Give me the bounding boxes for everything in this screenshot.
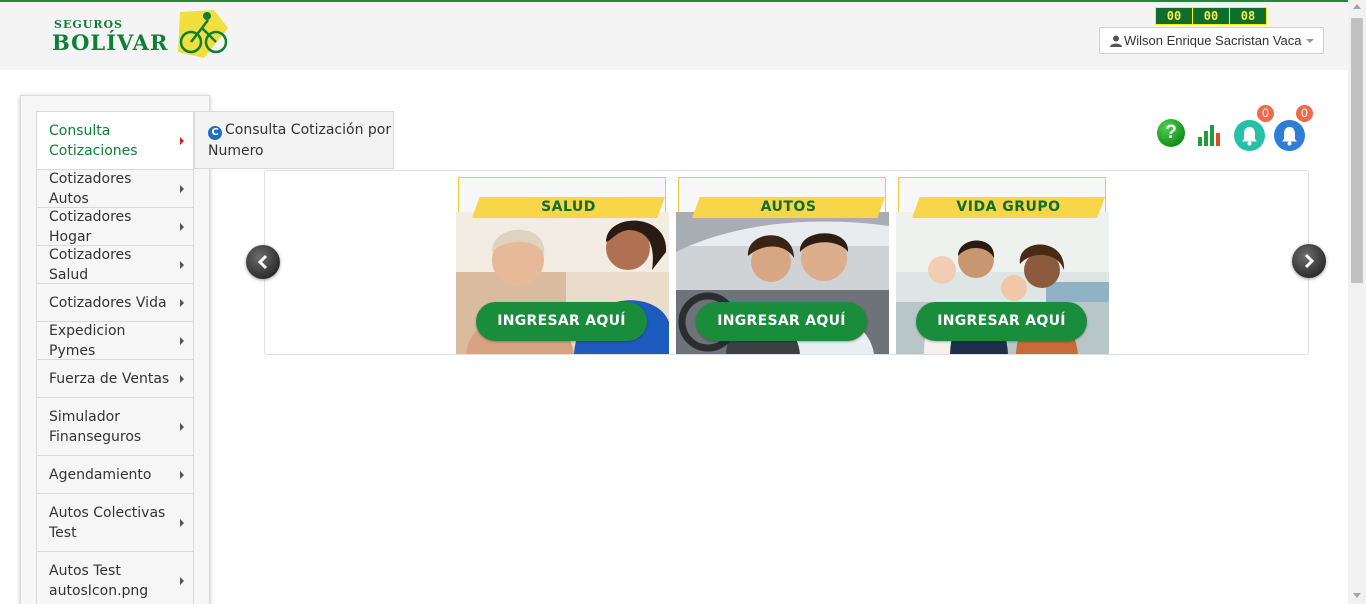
card-title: VIDA GRUPO: [912, 197, 1105, 218]
sidebar-item-fuerza-de-ventas[interactable]: Fuerza de Ventas: [36, 359, 194, 397]
sidebar-item-label: Agendamiento: [49, 466, 152, 483]
sidebar-item-expedicion-pymes[interactable]: Expedicion Pymes: [36, 321, 194, 359]
sidebar-item-label: Expedicion Pymes: [49, 322, 126, 359]
scroll-up-arrow-icon[interactable]: [1353, 4, 1361, 9]
notifications-count-badge: 0: [1257, 105, 1274, 122]
ingresar-button-autos[interactable]: INGRESAR AQUÍ: [696, 302, 867, 341]
chevron-right-icon: [180, 374, 184, 383]
card-title: SALUD: [472, 197, 665, 218]
submenu-consulta-cotizacion-por-numero[interactable]: C Consulta Cotización por Numero: [194, 111, 394, 169]
help-icon[interactable]: ?: [1157, 119, 1185, 147]
vertical-scrollbar[interactable]: [1348, 0, 1366, 604]
chevron-right-icon: [180, 518, 184, 527]
sidebar-item-cotizadores-autos[interactable]: Cotizadores Autos: [36, 169, 194, 207]
sidebar-item-label: Cotizadores Autos: [49, 170, 132, 207]
notifications-bell-icon[interactable]: [1234, 120, 1265, 151]
sidebar-item-label: Autos Test autosIcon.png: [49, 562, 149, 599]
sidebar-item-label: Fuerza de Ventas: [49, 370, 170, 387]
ingresar-button-salud[interactable]: INGRESAR AQUÍ: [476, 302, 647, 341]
scrollbar-thumb[interactable]: [1351, 18, 1363, 283]
chevron-right-icon: [180, 184, 184, 193]
chevron-left-icon: [257, 254, 268, 270]
seguros-bolivar-logo[interactable]: SEGUROS BOLÍVAR: [50, 6, 235, 62]
sidebar-item-simulador-finanseguros[interactable]: Simulador Finanseguros: [36, 397, 194, 455]
carousel-prev-button[interactable]: [246, 245, 280, 279]
card-title: AUTOS: [692, 197, 885, 218]
card-salud[interactable]: SALUD INGRESAR AQUÍ: [456, 177, 669, 354]
sidebar-item-cotizadores-hogar[interactable]: Cotizadores Hogar: [36, 207, 194, 245]
sidebar-item-consulta-cotizaciones[interactable]: Consulta Cotizaciones: [36, 111, 194, 169]
alerts-count-badge: 0: [1296, 105, 1313, 122]
chevron-down-icon: [1305, 38, 1314, 43]
chevron-right-icon: [180, 336, 184, 345]
sidebar-item-autos-colectivas-test[interactable]: Autos Colectivas Test: [36, 493, 194, 551]
chevron-right-icon: [180, 222, 184, 231]
chevron-right-icon: [180, 136, 184, 145]
sidebar-item-cotizadores-vida[interactable]: Cotizadores Vida: [36, 283, 194, 321]
chevron-right-icon: [180, 298, 184, 307]
user-icon: [1110, 35, 1122, 47]
submenu-item-label: Consulta Cotización por Numero: [208, 122, 392, 159]
timer-seconds: 08: [1230, 8, 1266, 24]
ingresar-button-vida-grupo[interactable]: INGRESAR AQUÍ: [916, 302, 1087, 341]
chevron-right-icon: [180, 576, 184, 585]
scroll-down-arrow-icon[interactable]: [1353, 593, 1361, 598]
user-name: Wilson Enrique Sacristan Vaca: [1124, 33, 1302, 48]
logo-big-text: BOLÍVAR: [52, 30, 169, 55]
sidebar-item-label: Cotizadores Salud: [49, 246, 132, 283]
alerts-bell-icon[interactable]: [1274, 120, 1305, 151]
user-menu-button[interactable]: Wilson Enrique Sacristan Vaca: [1099, 27, 1324, 54]
sidebar-item-autos-test[interactable]: Autos Test autosIcon.png: [36, 551, 194, 604]
sidebar-item-label: Autos Colectivas Test: [49, 504, 166, 541]
sidebar-item-label: Cotizadores Hogar: [49, 208, 132, 245]
timer-hours: 00: [1156, 8, 1192, 24]
session-timer: 00 00 08: [1155, 7, 1267, 25]
card-autos[interactable]: AUTOS INGRESAR AQUÍ: [676, 177, 889, 354]
chevron-right-icon: [180, 470, 184, 479]
sidebar-item-label: Consulta Cotizaciones: [49, 122, 138, 159]
sidebar-item-agendamiento[interactable]: Agendamiento: [36, 455, 194, 493]
carousel-next-button[interactable]: [1292, 244, 1326, 278]
card-vida-grupo[interactable]: VIDA GRUPO INGRESAR AQUÍ: [896, 177, 1109, 354]
consulta-c-icon: C: [208, 126, 222, 140]
chevron-right-icon: [180, 260, 184, 269]
timer-minutes: 00: [1193, 8, 1229, 24]
sidebar-menu: Consulta Cotizaciones Cotizadores Autos …: [36, 111, 194, 604]
sidebar-item-label: Cotizadores Vida: [49, 294, 167, 311]
chevron-right-icon: [180, 422, 184, 431]
bar-chart-icon[interactable]: [1196, 122, 1224, 148]
cyclist-logo-icon: [178, 10, 228, 58]
sidebar-item-cotizadores-salud[interactable]: Cotizadores Salud: [36, 245, 194, 283]
chevron-right-icon: [1304, 253, 1315, 269]
sidebar-item-label: Simulador Finanseguros: [49, 408, 142, 445]
